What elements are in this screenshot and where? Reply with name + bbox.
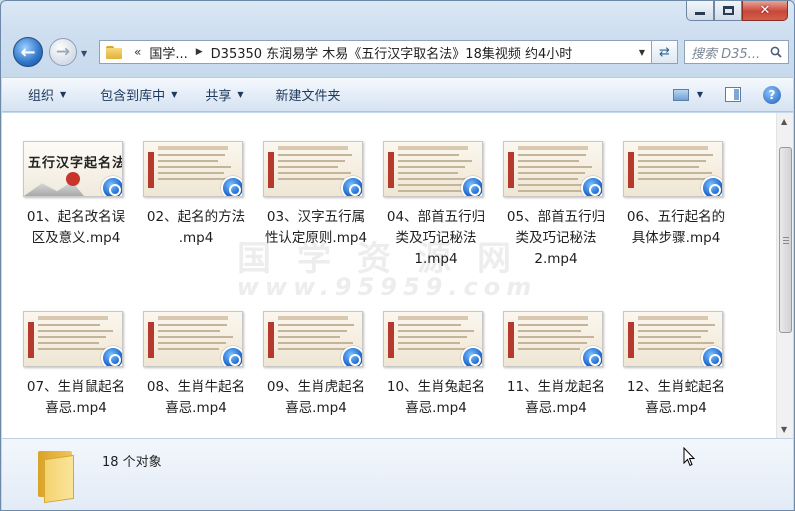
new-folder-label: 新建文件夹 xyxy=(275,89,341,104)
watermark-url: www.95959.com xyxy=(236,273,538,301)
media-player-icon xyxy=(341,346,362,366)
caption-buttons: ✕ xyxy=(686,1,788,23)
video-thumbnail xyxy=(263,311,363,367)
dropdown-arrow-icon: ▼ xyxy=(237,90,244,99)
media-player-icon xyxy=(461,346,482,366)
mouse-cursor-icon xyxy=(683,447,695,467)
include-in-library-label: 包含到库中 xyxy=(100,89,166,104)
media-player-icon xyxy=(461,176,482,196)
minimize-button[interactable] xyxy=(686,1,714,21)
video-thumbnail xyxy=(623,311,723,367)
scroll-down-icon[interactable]: ▼ xyxy=(781,425,787,434)
media-player-icon xyxy=(581,176,602,196)
maximize-button[interactable] xyxy=(714,1,742,21)
file-name: 12、生肖蛇起名 喜忌.mp4 xyxy=(626,379,726,416)
grip-line xyxy=(783,240,789,241)
file-name: 02、起名的方法 .mp4 xyxy=(146,209,246,246)
video-thumbnail xyxy=(383,141,483,197)
file-name: 05、部首五行归 类及巧记秘法2.mp4 xyxy=(506,209,606,267)
back-arrow-icon: ← xyxy=(20,41,36,63)
file-name: 09、生肖虎起名 喜忌.mp4 xyxy=(266,379,366,416)
minimize-icon xyxy=(695,12,705,15)
share-label: 共享 xyxy=(205,89,232,104)
recent-pages-dropdown[interactable]: ▼ xyxy=(81,49,87,58)
media-player-icon xyxy=(701,176,722,196)
view-dropdown-icon[interactable]: ▼ xyxy=(697,90,703,99)
video-thumbnail xyxy=(263,141,363,197)
video-thumbnail xyxy=(503,311,603,367)
folder-icon xyxy=(106,45,124,59)
navigation-bar: ← → ▼ « 国学... ▶ D35350 东润易学 木易《五行汉字取名法》1… xyxy=(9,37,789,69)
thumbnail-title: 五行汉字起名法 xyxy=(28,156,123,171)
search-icon xyxy=(770,46,782,58)
video-thumbnail xyxy=(623,141,723,197)
item-count: 18 个对象 xyxy=(102,455,162,470)
refresh-button[interactable]: ⇄ xyxy=(652,40,678,64)
search-input[interactable]: 搜索 D35... xyxy=(684,40,789,64)
media-player-icon xyxy=(101,176,122,196)
media-player-icon xyxy=(341,176,362,196)
include-in-library-menu[interactable]: 包含到库中 ▼ xyxy=(80,78,191,111)
forward-button[interactable]: → xyxy=(49,38,77,66)
scrollbar-thumb[interactable] xyxy=(779,147,792,333)
change-view-icon[interactable] xyxy=(672,88,689,101)
breadcrumb-segment-root[interactable]: 国学... xyxy=(149,43,187,62)
video-thumbnail xyxy=(503,141,603,197)
media-player-icon xyxy=(701,346,722,366)
breadcrumb-segment-current[interactable]: D35350 东润易学 木易《五行汉字取名法》18集视频 约4小时 xyxy=(211,43,573,62)
address-overflow-chevron[interactable]: « xyxy=(134,45,141,59)
back-button[interactable]: ← xyxy=(13,37,43,67)
media-player-icon xyxy=(221,176,242,196)
refresh-icon: ⇄ xyxy=(659,44,670,60)
file-name: 06、五行起名的 具体步骤.mp4 xyxy=(626,209,726,246)
close-icon: ✕ xyxy=(759,3,771,18)
search-placeholder: 搜索 D35... xyxy=(691,46,761,62)
address-bar[interactable]: « 国学... ▶ D35350 东润易学 木易《五行汉字取名法》18集视频 约… xyxy=(99,40,652,64)
media-player-icon xyxy=(221,346,242,366)
folder-icon xyxy=(32,447,76,504)
close-button[interactable]: ✕ xyxy=(742,1,788,21)
new-folder-button[interactable]: 新建文件夹 xyxy=(258,78,355,111)
video-thumbnail xyxy=(143,141,243,197)
grip-line xyxy=(783,243,789,244)
file-name: 10、生肖兔起名 喜忌.mp4 xyxy=(386,379,486,416)
media-player-icon xyxy=(101,346,122,366)
video-thumbnail xyxy=(23,311,123,367)
explorer-window: ✕ ← → ▼ « 国学... ▶ D35350 东润易学 木易《五行汉字取名法… xyxy=(0,0,795,511)
file-name: 04、部首五行归 类及巧记秘法1.mp4 xyxy=(386,209,486,267)
share-menu[interactable]: 共享 ▼ xyxy=(191,78,257,111)
grip-line xyxy=(783,237,789,238)
file-name: 03、汉字五行属 性认定原则.mp4 xyxy=(264,209,368,246)
command-bar: 组织 ▼ 包含到库中 ▼ 共享 ▼ 新建文件夹 ▼ ? xyxy=(2,77,793,112)
details-pane: 18 个对象 xyxy=(2,438,793,510)
scroll-up-icon[interactable]: ▲ xyxy=(781,117,787,126)
file-name: 08、生肖牛起名 喜忌.mp4 xyxy=(146,379,246,416)
file-name: 11、生肖龙起名 喜忌.mp4 xyxy=(506,379,606,416)
video-thumbnail: 五行汉字起名法 xyxy=(23,141,123,197)
dropdown-arrow-icon: ▼ xyxy=(171,90,178,99)
file-list-view: 国学资源网 www.95959.com 五行汉字起名法 01、起名改名误 区及意义.… xyxy=(2,113,793,438)
help-icon[interactable]: ? xyxy=(763,85,781,104)
preview-pane-icon[interactable] xyxy=(725,87,741,102)
organize-menu[interactable]: 组织 ▼ xyxy=(2,78,80,111)
toolbar-right-group: ▼ ? xyxy=(672,85,793,104)
breadcrumb-separator-icon[interactable]: ▶ xyxy=(196,47,203,57)
file-name: 01、起名改名误 区及意义.mp4 xyxy=(26,209,126,246)
file-name: 07、生肖鼠起名 喜忌.mp4 xyxy=(26,379,126,416)
media-player-icon xyxy=(581,346,602,366)
organize-label: 组织 xyxy=(28,89,55,104)
dropdown-arrow-icon: ▼ xyxy=(60,90,67,99)
address-dropdown-icon[interactable]: ▼ xyxy=(639,48,645,57)
video-thumbnail xyxy=(383,311,483,367)
video-thumbnail xyxy=(143,311,243,367)
vertical-scrollbar[interactable]: ▲ ▼ xyxy=(776,113,793,438)
forward-arrow-icon: → xyxy=(55,42,71,62)
maximize-icon xyxy=(722,6,734,15)
